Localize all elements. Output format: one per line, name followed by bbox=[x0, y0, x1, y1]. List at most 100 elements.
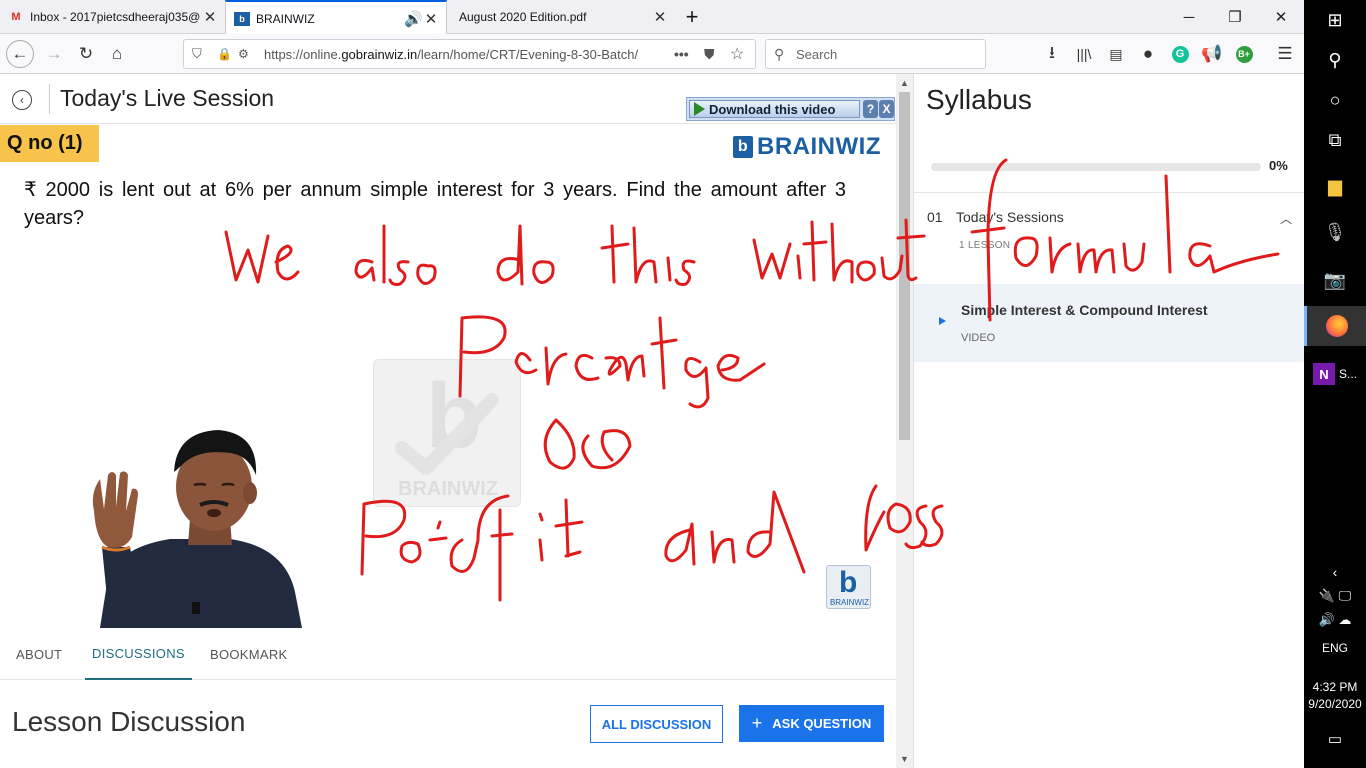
brainwiz-watermark: b BRAINWIZ bbox=[373, 359, 521, 507]
notifications-icon[interactable]: ▭ bbox=[1304, 728, 1366, 750]
extension-bplus-icon[interactable]: B+ bbox=[1230, 40, 1258, 68]
page-scrollbar[interactable]: ▲ ▼ bbox=[896, 74, 913, 768]
browser-tab-strip: M Inbox - 2017pietcsdheeraj035@ ✕ b BRAI… bbox=[0, 0, 1304, 35]
brainwiz-favicon: b bbox=[234, 11, 250, 26]
shield-icon[interactable]: ⛉ bbox=[192, 46, 202, 62]
divider bbox=[49, 84, 50, 114]
page-actions-icon[interactable]: ••• bbox=[674, 46, 689, 62]
file-explorer-icon[interactable]: ▆ bbox=[1304, 172, 1366, 200]
progress-percent: 0% bbox=[1269, 158, 1288, 173]
camera-icon[interactable]: 📷 bbox=[1304, 266, 1366, 294]
tab-gmail-inbox[interactable]: M Inbox - 2017pietcsdheeraj035@ ✕ bbox=[0, 0, 225, 34]
tab-label: August 2020 Edition.pdf bbox=[459, 10, 587, 24]
account-icon[interactable]: ● bbox=[1134, 40, 1162, 68]
volume-icon[interactable]: 🔊 ☁ bbox=[1304, 610, 1366, 630]
speaker-icon[interactable]: 🔊 bbox=[404, 10, 423, 28]
lesson-item[interactable]: Simple Interest & Compound Interest VIDE… bbox=[914, 284, 1305, 362]
reload-icon[interactable]: ↻ bbox=[72, 40, 100, 68]
download-video-button[interactable]: Download this video bbox=[689, 100, 860, 118]
help-icon[interactable]: ? bbox=[863, 100, 878, 118]
presenter-image bbox=[92, 430, 302, 628]
pocket-icon[interactable]: ⛊ bbox=[704, 46, 715, 63]
library-icon[interactable]: |||\ bbox=[1070, 40, 1098, 68]
task-view-icon[interactable]: ⧉ bbox=[1304, 126, 1366, 154]
url-text: https://online.gobrainwiz.in/learn/home/… bbox=[264, 46, 639, 62]
back-arrow-icon[interactable]: ‹ bbox=[12, 90, 32, 110]
clock-time[interactable]: 4:32 PM bbox=[1304, 680, 1366, 694]
brand-text: BRAINWIZ bbox=[757, 133, 880, 160]
sidebar-icon[interactable]: ▤ bbox=[1102, 40, 1130, 68]
tab-discussions[interactable]: DISCUSSIONS bbox=[85, 628, 192, 680]
scroll-down-icon[interactable]: ▼ bbox=[896, 754, 913, 764]
presenter-webcam bbox=[80, 427, 302, 628]
scrollbar-thumb[interactable] bbox=[899, 92, 910, 440]
discussion-title: Lesson Discussion bbox=[12, 706, 246, 737]
url-bar[interactable]: ⛉ 🔒 ⚙ https://online.gobrainwiz.in/learn… bbox=[183, 39, 756, 69]
browser-toolbar: ← → ↻ ⌂ ⛉ 🔒 ⚙ https://online.gobrainwiz.… bbox=[0, 34, 1304, 74]
watermark-text: BRAINWIZ bbox=[398, 478, 498, 500]
question-text: ₹ 2000 is lent out at 6% per annum simpl… bbox=[24, 179, 846, 229]
question-number-badge: Q no (1) bbox=[0, 125, 99, 162]
gmail-icon: M bbox=[11, 11, 21, 23]
minimize-icon[interactable]: ─ bbox=[1166, 0, 1212, 34]
close-tab-icon[interactable]: ✕ bbox=[203, 8, 217, 26]
close-tab-icon[interactable]: ✕ bbox=[653, 8, 667, 26]
download-video-bar: Download this video ? X bbox=[686, 97, 895, 121]
forward-icon[interactable]: → bbox=[40, 40, 68, 68]
chevron-up-icon[interactable]: ︿ bbox=[1280, 210, 1292, 227]
page-title: Today's Live Session bbox=[60, 85, 275, 111]
all-discussion-button[interactable]: ALL DISCUSSION bbox=[590, 705, 723, 743]
new-tab-button[interactable]: + bbox=[678, 0, 706, 34]
brainwiz-b-icon: b bbox=[733, 136, 753, 158]
language-indicator[interactable]: ENG bbox=[1304, 641, 1366, 655]
windows-start-icon[interactable]: ⊞ bbox=[1304, 6, 1366, 34]
lesson-title: Simple Interest & Compound Interest bbox=[961, 302, 1208, 318]
play-icon bbox=[694, 102, 705, 116]
onenote-icon: N bbox=[1312, 363, 1335, 385]
cortana-icon[interactable]: ○ bbox=[1304, 86, 1366, 114]
clock-date[interactable]: 9/20/2020 bbox=[1304, 697, 1366, 711]
brainwiz-small-logo: b BRAINWIZ bbox=[826, 565, 871, 609]
tab-label: Inbox - 2017pietcsdheeraj035@ bbox=[30, 10, 201, 24]
home-icon[interactable]: ⌂ bbox=[103, 40, 131, 68]
lesson-type: VIDEO bbox=[961, 332, 996, 344]
permissions-icon[interactable]: ⚙ bbox=[238, 47, 249, 61]
search-input[interactable]: ⚲ Search bbox=[765, 39, 986, 69]
menu-icon[interactable]: ☰ bbox=[1271, 40, 1299, 68]
search-icon[interactable]: ⚲ bbox=[1304, 46, 1366, 74]
tab-label: BRAINWIZ bbox=[256, 11, 315, 26]
syllabus-progress-bar bbox=[931, 163, 1261, 171]
back-icon[interactable]: ← bbox=[6, 40, 34, 68]
close-window-icon[interactable]: ✕ bbox=[1258, 0, 1304, 34]
recorder-icon[interactable]: 🎙 bbox=[1304, 218, 1366, 246]
syllabus-panel: Syllabus 0% 01 Today's Sessions 1 LESSON… bbox=[913, 74, 1305, 768]
download-label: Download this video bbox=[709, 101, 836, 117]
restore-icon[interactable]: ❐ bbox=[1212, 0, 1258, 34]
lock-icon: 🔒 bbox=[217, 47, 232, 61]
network-battery-icons[interactable]: 🔌 🖵 bbox=[1304, 586, 1366, 606]
scroll-up-icon[interactable]: ▲ bbox=[896, 78, 913, 88]
video-player[interactable]: Q no (1) b BRAINWIZ ₹ 2000 is lent out a… bbox=[0, 124, 880, 628]
downloads-icon[interactable]: ⭳ bbox=[1038, 40, 1066, 68]
megaphone-icon[interactable]: 📢 bbox=[1198, 40, 1226, 68]
tab-pdf[interactable]: August 2020 Edition.pdf ✕ bbox=[447, 0, 675, 34]
tab-about[interactable]: ABOUT bbox=[16, 628, 62, 680]
bookmark-star-icon[interactable]: ☆ bbox=[730, 44, 744, 64]
onenote-taskbar-item[interactable]: N S... bbox=[1304, 358, 1366, 390]
windows-taskbar: ⊞ ⚲ ○ ⧉ ▆ 🎙 📷 N S... ‹ 🔌 🖵 🔊 ☁ ENG 4:32 … bbox=[1304, 0, 1366, 768]
close-icon[interactable]: X bbox=[879, 100, 894, 118]
section-title: Today's Sessions bbox=[956, 209, 1064, 225]
tab-bookmark[interactable]: BOOKMARK bbox=[210, 628, 288, 680]
tab-brainwiz[interactable]: b BRAINWIZ 🔊 ✕ bbox=[225, 0, 447, 35]
grammarly-icon[interactable]: G bbox=[1166, 40, 1194, 68]
taskbar-app-label: S... bbox=[1338, 367, 1357, 381]
lesson-tabs: ABOUT DISCUSSIONS BOOKMARK bbox=[0, 628, 896, 680]
syllabus-title: Syllabus bbox=[926, 84, 1032, 115]
ask-question-button[interactable]: + ASK QUESTION bbox=[739, 705, 884, 742]
session-header: ‹ Today's Live Session Download this vid… bbox=[0, 74, 896, 124]
play-icon bbox=[939, 317, 946, 325]
close-tab-icon[interactable]: ✕ bbox=[424, 10, 438, 28]
firefox-icon[interactable] bbox=[1304, 306, 1366, 346]
chevron-left-icon[interactable]: ‹ bbox=[1304, 560, 1366, 584]
small-logo-text: BRAINWIZ bbox=[829, 598, 870, 607]
